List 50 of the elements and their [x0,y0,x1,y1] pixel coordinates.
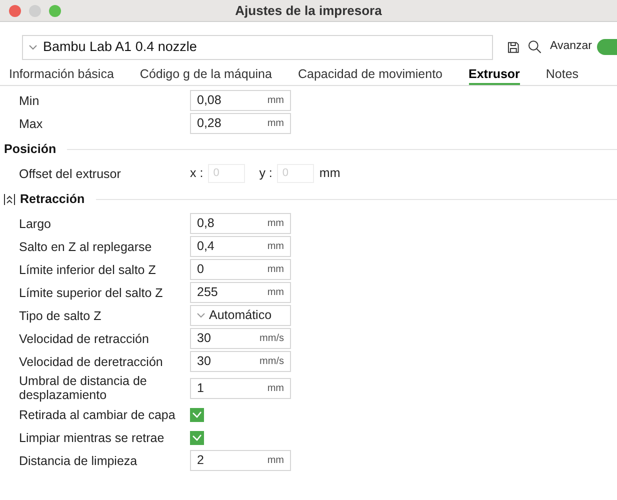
setting-label: Limpiar mientras se retrae [19,430,166,444]
checkmark-icon [192,434,202,441]
chevron-down-icon [29,44,37,50]
preset-dropdown[interactable]: Bambu Lab A1 0.4 nozzle [22,34,494,60]
input-field[interactable]: 0,08 mm [190,90,291,111]
setting-label: Offset del extrusor [19,166,122,180]
toggle-switch[interactable] [596,39,617,55]
tab[interactable]: Notes [546,66,579,85]
section-heading: Retracción [20,190,85,208]
input-field[interactable]: 30 mm/s [190,351,291,372]
checkbox[interactable] [190,408,204,422]
setting-label: Retirada al cambiar de capa [19,408,176,422]
close-icon[interactable] [9,4,21,16]
axis-label: x : [190,165,204,182]
search-icon[interactable] [528,40,542,54]
checkbox[interactable] [190,430,204,444]
setting-label: Distancia de limpieza [19,454,138,468]
input-field[interactable]: 0 mm [190,259,291,280]
input-field[interactable]: 0,4 mm [190,236,291,257]
input-field[interactable]: 1 mm [190,378,291,398]
dropdown[interactable]: Automático [190,305,291,326]
setting-label: Velocidad de deretracción [19,354,164,368]
input-field[interactable]: 30 mm/s [190,328,291,349]
setting-label: Min [19,94,40,108]
tab[interactable]: Extrusor [468,66,520,85]
chevron-down-icon [197,313,205,318]
input-field[interactable]: 2 mm [190,450,291,471]
setting-label: Salto en Z al replegarse [19,240,153,254]
collapse-icon[interactable] [4,194,15,204]
tab[interactable]: Información básica [9,66,114,85]
section-heading: Posición [4,140,56,158]
checkmark-icon [192,411,202,418]
setting-label: Max [19,116,44,130]
setting-label: Límite superior del salto Z [19,286,164,300]
setting-label: Umbral de distancia de desplazamiento [19,374,148,402]
maximize-icon[interactable] [49,4,61,16]
input-field[interactable]: 0,28 mm [190,113,291,134]
unit-label: mm [319,165,340,182]
save-icon[interactable] [507,40,520,54]
axis-label: y : [259,165,272,182]
setting-label: Largo [19,216,52,230]
tab[interactable]: Código g de la máquina [140,66,272,85]
input-field[interactable]: 0,8 mm [190,213,291,234]
window-title: Ajustes de la impresora [234,2,383,20]
setting-label: Tipo de salto Z [19,308,102,322]
setting-label: Velocidad de retracción [19,332,150,346]
input-field[interactable]: 255 mm [190,282,291,303]
advanced-label: Avanzar [550,39,592,54]
tab[interactable]: Capacidad de movimiento [298,66,442,85]
setting-label: Límite inferior del salto Z [19,262,157,276]
